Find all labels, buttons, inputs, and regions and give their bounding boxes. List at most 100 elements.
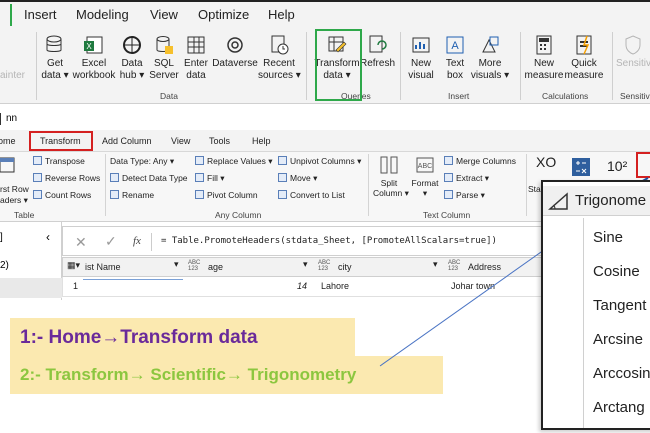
collapse-chevron-icon[interactable]: ‹ (46, 230, 50, 244)
column-header-age[interactable]: age (208, 262, 223, 272)
any-type-icon[interactable]: ABC 123 (318, 260, 330, 272)
merge-columns-button[interactable]: Merge Columns (444, 156, 516, 166)
tab-help[interactable]: Help (252, 136, 271, 146)
menu-item-tangent[interactable]: Tangent (593, 297, 646, 314)
unpivot-columns-button[interactable]: Unpivot Columns ▾ (278, 156, 361, 167)
data-type-dropdown[interactable]: Data Type: Any ▾ (110, 156, 174, 167)
menu-item-arcsine[interactable]: Arcsine (593, 331, 643, 348)
ribbon-separator (105, 154, 106, 216)
column-header-address[interactable]: Address (468, 262, 501, 272)
data-hub-label: Data hub ▾ (119, 58, 145, 81)
convert-to-list-button[interactable]: Convert to List (278, 190, 345, 200)
formula-input[interactable]: = Table.PromoteHeaders(stdata_Sheet, [Pr… (161, 236, 497, 246)
menu-item-arctangent[interactable]: Arctang (593, 399, 645, 416)
split-column-button[interactable]: Split Column ▾ (373, 154, 409, 198)
table-menu-icon[interactable]: ▦▾ (67, 260, 80, 271)
sql-server-button[interactable]: SQL Server (148, 34, 180, 82)
move-label: Move ▾ (290, 173, 318, 183)
replace-values-icon (195, 156, 204, 165)
text-box-button[interactable]: A Text box (440, 34, 470, 82)
formula-divider (151, 233, 152, 251)
commit-check-icon[interactable]: ✓ (105, 233, 117, 250)
transpose-button[interactable]: Transpose (33, 156, 85, 166)
unpivot-columns-icon (278, 156, 287, 165)
menu-view[interactable]: View (150, 7, 178, 22)
fill-button[interactable]: Fill ▾ (195, 173, 225, 184)
sensitivity-shield-icon (625, 35, 641, 55)
data-hub-button[interactable]: Data hub ▾ (118, 34, 146, 82)
parse-button[interactable]: Parse ▾ (444, 190, 485, 201)
rename-label: Rename (122, 190, 155, 200)
dataverse-icon (227, 37, 243, 53)
title-divider (0, 113, 1, 125)
excel-icon: X (84, 36, 103, 54)
recent-sources-button[interactable]: Recent sources ▾ (258, 34, 301, 82)
new-measure-button[interactable]: New measure (524, 34, 564, 82)
menu-insert[interactable]: Insert (24, 7, 57, 22)
menu-item-cosine[interactable]: Cosine (593, 263, 640, 280)
refresh-label: Refresh (360, 58, 396, 69)
reverse-rows-icon (33, 173, 42, 182)
use-first-row-headers-button[interactable] (0, 156, 18, 176)
column-header-city[interactable]: city (338, 262, 352, 272)
tab-add-column[interactable]: Add Column (102, 136, 152, 146)
rename-button[interactable]: Rename (110, 190, 154, 200)
any-type-icon[interactable]: ABC 123 (448, 260, 460, 272)
tab-tools[interactable]: Tools (209, 136, 230, 146)
column-filter-icon[interactable]: ▾ (303, 259, 308, 270)
menu-help[interactable]: Help (268, 7, 295, 22)
fill-label: Fill ▾ (207, 173, 225, 183)
statistics-icon[interactable]: XO (536, 154, 556, 170)
column-header-first-name[interactable]: ist Name (85, 262, 121, 272)
menu-item-sine[interactable]: Sine (593, 229, 623, 246)
reverse-rows-button[interactable]: Reverse Rows (33, 173, 100, 183)
dataverse-button[interactable]: Dataverse (212, 34, 258, 70)
data-type-label: Data Type: Any ▾ (110, 156, 175, 166)
quick-measure-button[interactable]: Quick measure (564, 34, 604, 82)
ribbon-separator (36, 32, 37, 100)
pivot-column-button[interactable]: Pivot Column (195, 190, 258, 200)
standard-button[interactable] (570, 156, 592, 180)
menu-item-arccosine[interactable]: Arccosin (593, 365, 650, 382)
parse-icon (444, 190, 453, 199)
excel-workbook-button[interactable]: X Excel workbook (70, 34, 118, 82)
cell-address[interactable]: Johar town (451, 281, 495, 291)
merge-columns-label: Merge Columns (456, 156, 516, 166)
menu-modeling[interactable]: Modeling (76, 7, 129, 22)
trigonometry-header[interactable]: Trigonome (543, 186, 650, 216)
column-filter-icon[interactable]: ▾ (433, 259, 438, 270)
refresh-icon (369, 35, 387, 53)
get-data-button[interactable]: Get data ▾ (40, 34, 70, 82)
fx-icon[interactable]: fx (133, 235, 141, 247)
format-icon: ABC (416, 157, 434, 173)
tab-home[interactable]: ome (0, 136, 16, 146)
tab-view[interactable]: View (171, 136, 190, 146)
query-editor-titlebar: nn (0, 109, 650, 129)
reverse-rows-label: Reverse Rows (45, 173, 101, 183)
cell-age[interactable]: 14 (297, 281, 307, 291)
extract-label: Extract ▾ (456, 173, 490, 183)
more-visuals-button[interactable]: More visuals ▾ (470, 34, 510, 82)
sql-server-icon (156, 36, 173, 54)
enter-data-button[interactable]: Enter data (182, 34, 210, 82)
refresh-button[interactable]: Refresh (360, 34, 396, 70)
cancel-icon[interactable]: ✕ (75, 234, 87, 251)
query-count: 2) (0, 260, 9, 271)
scientific-button[interactable]: 10² (607, 158, 627, 174)
detect-data-type-icon (110, 173, 119, 182)
headers-label: aders ▾ (0, 195, 28, 205)
new-visual-button[interactable]: New visual (404, 34, 438, 82)
menu-optimize[interactable]: Optimize (198, 7, 249, 22)
sensitivity-group-label: Sensitivi (620, 91, 650, 101)
selected-query-row[interactable] (0, 278, 62, 298)
detect-data-type-button[interactable]: Detect Data Type (110, 173, 188, 183)
column-filter-icon[interactable]: ▾ (174, 259, 179, 270)
format-button[interactable]: ABC Format ▾ (410, 154, 440, 198)
sensitivity-button[interactable]: Sensitivi (616, 34, 650, 70)
cell-city[interactable]: Lahore (321, 281, 349, 291)
extract-button[interactable]: Extract ▾ (444, 173, 489, 184)
move-button[interactable]: Move ▾ (278, 173, 317, 184)
any-type-icon[interactable]: ABC 123 (188, 260, 200, 272)
replace-values-button[interactable]: Replace Values ▾ (195, 156, 273, 167)
count-rows-button[interactable]: Count Rows (33, 190, 91, 200)
